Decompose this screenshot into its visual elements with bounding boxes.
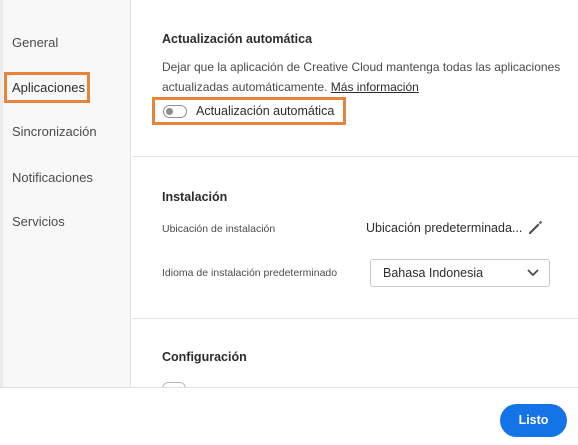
sidebar-item-sincronizacion[interactable]: Sincronización (12, 122, 97, 142)
main-panel: Actualización automática Dejar que la ap… (132, 0, 578, 387)
sidebar-item-notificaciones[interactable]: Notificaciones (12, 168, 93, 188)
install-language-label: Idioma de instalación predeterminado (162, 267, 338, 279)
auto-update-title: Actualización automática (162, 32, 313, 46)
install-language-value: Bahasa Indonesia (383, 266, 484, 280)
more-info-link[interactable]: Más información (331, 80, 419, 94)
pencil-icon[interactable] (526, 219, 544, 237)
sidebar-item-servicios[interactable]: Servicios (12, 212, 65, 232)
install-language-select[interactable]: Bahasa Indonesia (370, 259, 550, 287)
auto-update-description: Dejar que la aplicación de Creative Clou… (162, 57, 562, 97)
sidebar-selection-highlight (4, 72, 90, 103)
auto-update-toggle-label: Actualización automática (196, 104, 335, 118)
footer: Listo (0, 387, 578, 445)
preferences-window: General Aplicaciones Sincronización Noti… (0, 0, 578, 445)
auto-update-toggle[interactable] (163, 105, 187, 118)
install-location-label: Ubicación de instalación (162, 223, 276, 235)
sidebar-edge (0, 0, 3, 387)
sidebar: General Aplicaciones Sincronización Noti… (0, 0, 131, 387)
section-divider (132, 318, 578, 319)
install-location-value: Ubicación predeterminada... (366, 221, 523, 235)
toggle-knob (165, 107, 173, 115)
configuration-title: Configuración (162, 350, 247, 364)
installation-title: Instalación (162, 190, 228, 204)
chevron-down-icon (527, 269, 539, 276)
done-button[interactable]: Listo (500, 404, 567, 437)
sidebar-item-general[interactable]: General (12, 33, 58, 53)
section-divider (132, 156, 578, 157)
